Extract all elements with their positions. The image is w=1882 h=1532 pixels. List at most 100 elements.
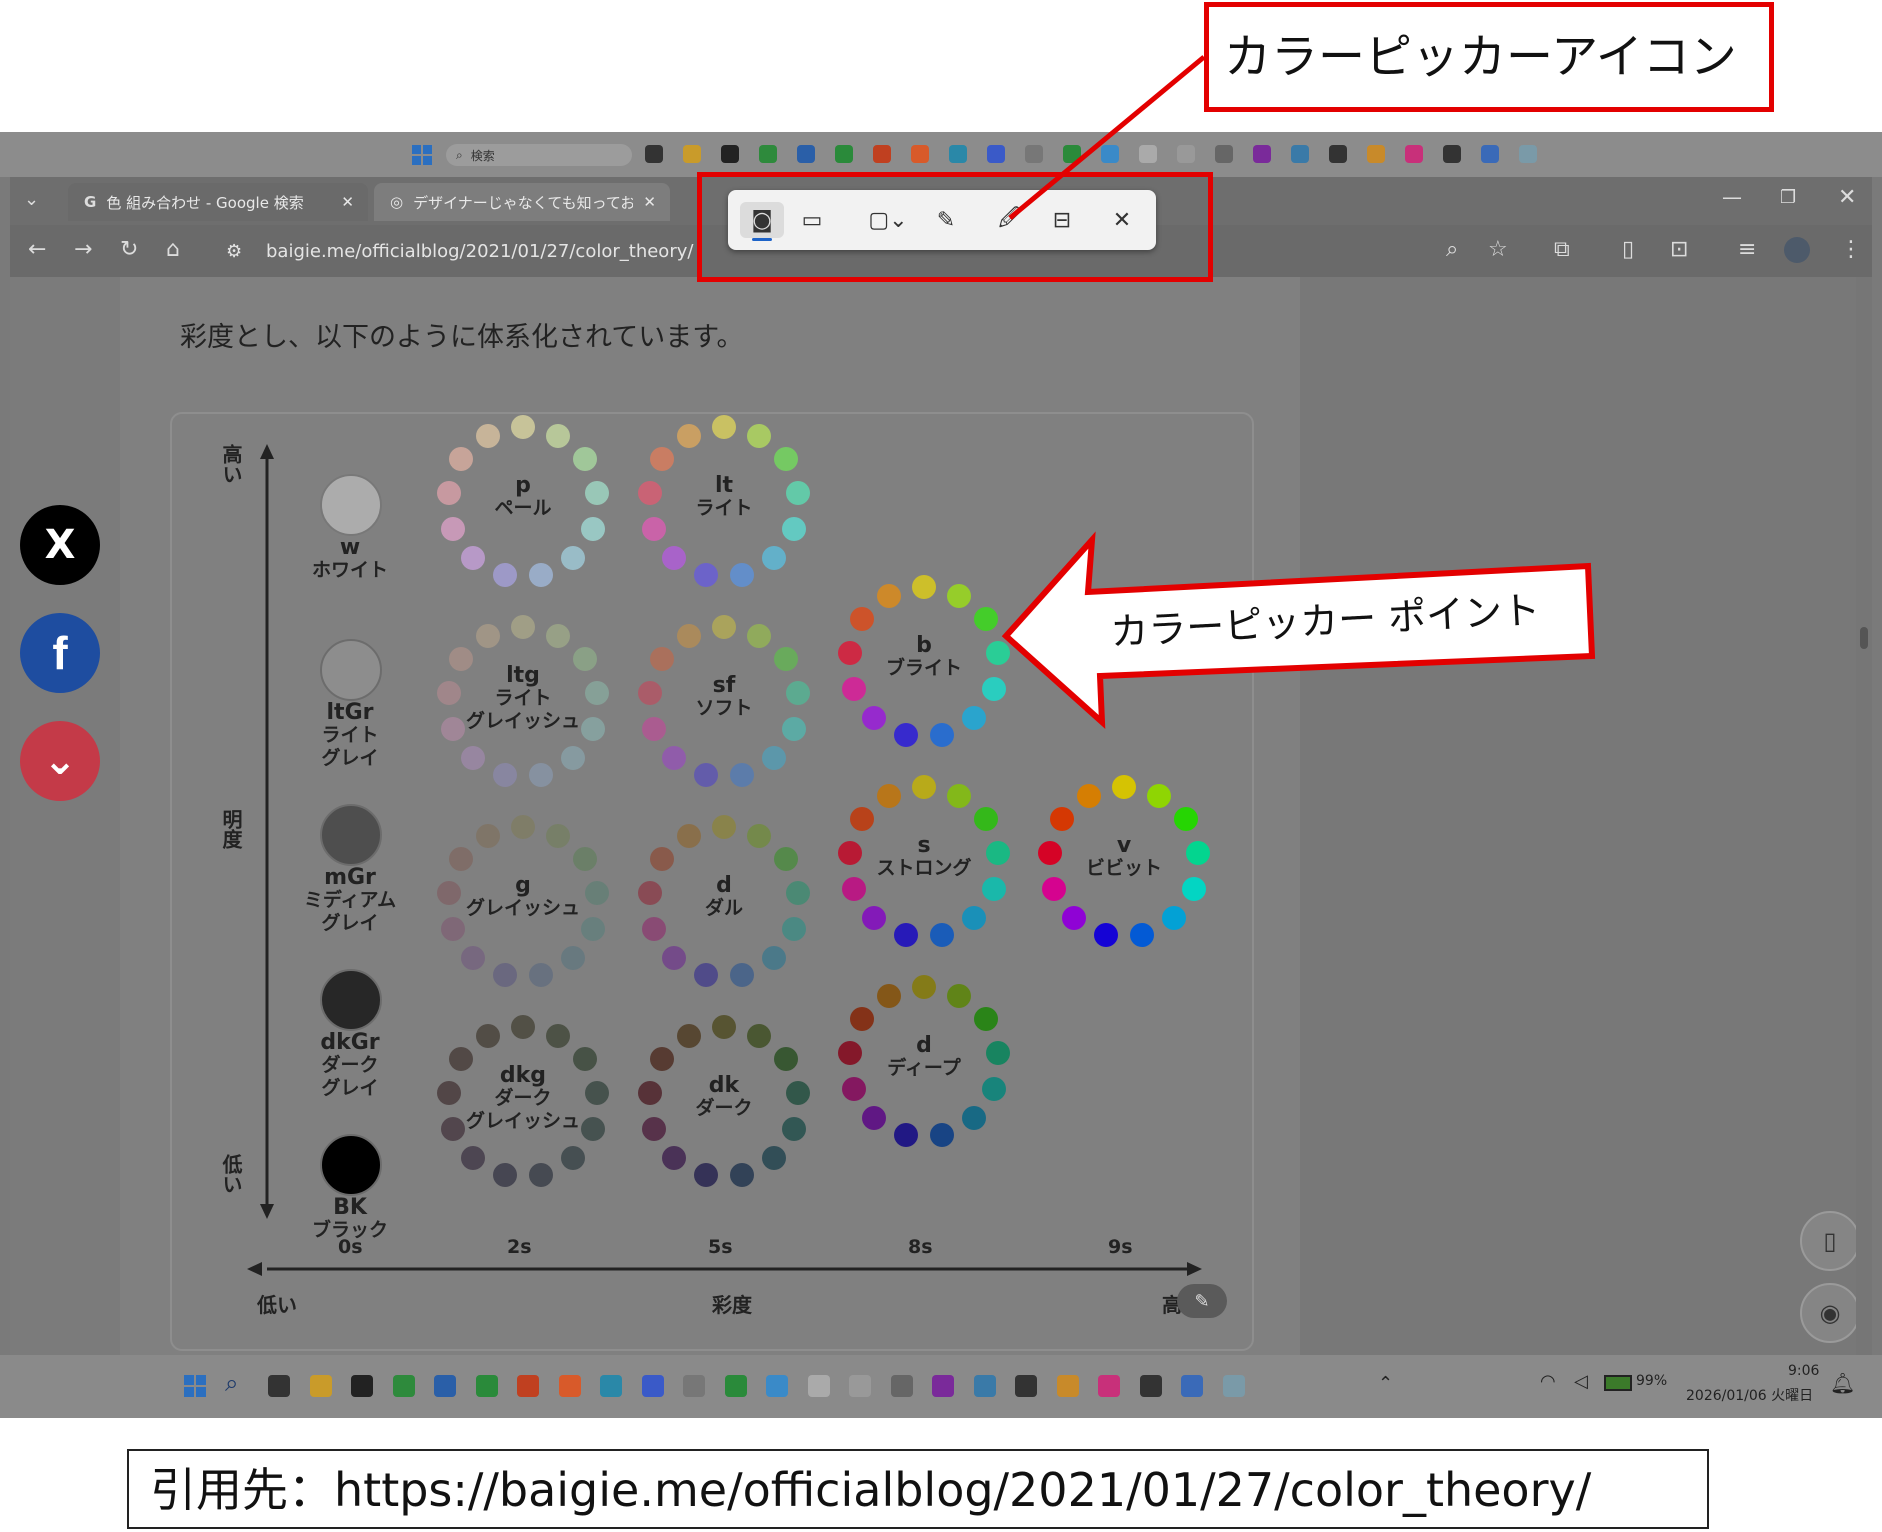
tone-swatch bbox=[912, 975, 936, 999]
taskbar-app-icon[interactable] bbox=[351, 1375, 373, 1397]
tone-code: s bbox=[917, 833, 931, 858]
tone-swatch bbox=[476, 1023, 501, 1048]
tone-label: dk ダーク bbox=[654, 1074, 794, 1120]
start-icon[interactable] bbox=[184, 1375, 206, 1397]
tone-swatch bbox=[528, 962, 553, 987]
tone-swatch bbox=[782, 1116, 807, 1141]
tone-swatch bbox=[493, 1162, 518, 1187]
tone-swatch bbox=[1041, 876, 1066, 901]
tone-swatch bbox=[493, 962, 518, 987]
tone-swatch bbox=[694, 1162, 719, 1187]
taskbar-app-icon[interactable] bbox=[1056, 1375, 1079, 1397]
battery-percent: 99% bbox=[1636, 1373, 1668, 1389]
tone-code: g bbox=[515, 873, 531, 898]
taskbar-app-icon[interactable] bbox=[932, 1375, 954, 1397]
wifi-icon: ◠ bbox=[1540, 1371, 1556, 1392]
neutral-label: dkGr ダーク グレイ bbox=[280, 1031, 420, 1100]
taskbar-app-icon[interactable] bbox=[1222, 1375, 1245, 1397]
neutral-name: ダーク bbox=[321, 1054, 379, 1076]
citation-text: 引用先：https://baigie.me/officialblog/2021/… bbox=[150, 1463, 1592, 1517]
neutral-code: dkGr bbox=[320, 1030, 380, 1055]
tone-swatch bbox=[694, 962, 719, 987]
taskbar-app-icon[interactable] bbox=[1015, 1375, 1037, 1397]
tone-swatch bbox=[476, 823, 501, 848]
neutral-name: ミディアム bbox=[303, 889, 397, 911]
taskbar-app-icon[interactable] bbox=[849, 1375, 871, 1397]
tray-chevron-icon[interactable]: ⌃ bbox=[1378, 1373, 1393, 1394]
tone-label: d ディープ bbox=[854, 1034, 994, 1080]
tone-swatch bbox=[946, 983, 971, 1008]
taskbar-app-icon[interactable] bbox=[268, 1375, 290, 1397]
tone-swatch bbox=[973, 1007, 998, 1032]
tone-label: dkg ダーク グレイッシュ bbox=[453, 1064, 593, 1133]
tone-swatch bbox=[841, 876, 866, 901]
tone-label: d ダル bbox=[654, 874, 794, 920]
tone-name: グレイッシュ bbox=[465, 1110, 580, 1132]
tone-swatch bbox=[773, 1047, 798, 1072]
tone-swatch bbox=[773, 847, 798, 872]
tone-swatch bbox=[511, 1015, 535, 1039]
neutral-label: mGr ミディアム グレイ bbox=[280, 866, 420, 935]
vertical-axis-bottom-label: 低い bbox=[219, 1154, 243, 1194]
axis-tick-label: 8s bbox=[908, 1236, 933, 1258]
taskbar-app-icon[interactable] bbox=[558, 1375, 581, 1397]
taskbar-app-icon[interactable] bbox=[683, 1375, 705, 1397]
vertical-axis-label: 明度 bbox=[219, 809, 243, 849]
taskbar-app-icon[interactable] bbox=[766, 1375, 788, 1397]
taskbar-app-icon[interactable] bbox=[517, 1375, 539, 1397]
taskbar-app-icon[interactable] bbox=[890, 1375, 913, 1397]
tone-swatch bbox=[641, 916, 666, 941]
tone-code: v bbox=[1116, 833, 1132, 858]
taskbar-app-icon[interactable] bbox=[724, 1375, 747, 1397]
taskbar-app-icon[interactable] bbox=[807, 1375, 830, 1397]
tone-swatch bbox=[545, 1023, 570, 1048]
axis-tick-label: 2s bbox=[507, 1236, 532, 1258]
taskbar-app-icon[interactable] bbox=[1139, 1375, 1162, 1397]
taskbar-app-icon[interactable] bbox=[1098, 1375, 1120, 1397]
neutral-swatch bbox=[320, 969, 382, 1031]
tone-swatch bbox=[761, 1146, 786, 1171]
tone-swatch bbox=[712, 815, 736, 839]
notification-icon[interactable]: 🔔︎ bbox=[1830, 1371, 1855, 1395]
taskbar-app-icon[interactable] bbox=[392, 1375, 415, 1397]
volume-icon: ◁ bbox=[1574, 1371, 1588, 1392]
reader-icon[interactable]: ▯ bbox=[1800, 1211, 1860, 1271]
taskbar-app-icon[interactable] bbox=[309, 1375, 332, 1397]
podcast-icon[interactable]: ◉ bbox=[1800, 1283, 1860, 1343]
tone-name: ビビット bbox=[1085, 857, 1162, 879]
tone-swatch bbox=[746, 823, 771, 848]
taskbar-app-icon[interactable] bbox=[600, 1375, 622, 1397]
tone-swatch bbox=[641, 1116, 666, 1141]
tone-swatch bbox=[982, 876, 1007, 901]
tone-swatch bbox=[782, 916, 807, 941]
tone-swatch bbox=[545, 823, 570, 848]
taskbar-app-icon[interactable] bbox=[641, 1375, 664, 1397]
taskbar-app-icon[interactable] bbox=[434, 1375, 456, 1397]
neutral-name: グレイ bbox=[321, 912, 379, 934]
clock-date[interactable]: 2026/01/06 火曜日 bbox=[1686, 1385, 1813, 1405]
tone-swatch bbox=[560, 946, 585, 971]
magic-pen-icon[interactable]: ✎ bbox=[1177, 1284, 1227, 1318]
tone-label: g グレイッシュ bbox=[453, 874, 593, 920]
tone-name: グレイッシュ bbox=[465, 897, 580, 919]
tone-swatch bbox=[1161, 906, 1186, 931]
search-icon[interactable]: ⌕ bbox=[225, 1369, 238, 1397]
tone-name: ディープ bbox=[887, 1057, 961, 1079]
neutral-name: ブラック bbox=[311, 1219, 388, 1241]
taskbar-app-icon[interactable] bbox=[973, 1375, 996, 1397]
tone-swatch bbox=[560, 1146, 585, 1171]
tone-swatch bbox=[1094, 922, 1119, 947]
taskbar-app-icon[interactable] bbox=[1181, 1375, 1203, 1397]
horizontal-axis-label: 彩度 bbox=[712, 1293, 752, 1317]
clock-time[interactable]: 9:06 bbox=[1788, 1363, 1819, 1379]
taskbar-app-icon[interactable] bbox=[475, 1375, 498, 1397]
tone-swatch bbox=[1129, 922, 1154, 947]
tone-label: s ストロング bbox=[854, 834, 994, 880]
tone-swatch bbox=[581, 916, 606, 941]
neutral-name: グレイ bbox=[321, 1077, 379, 1099]
tone-swatch bbox=[929, 922, 954, 947]
neutral-label: BK ブラック bbox=[280, 1196, 420, 1242]
tone-swatch bbox=[894, 922, 919, 947]
tone-name: ストロング bbox=[876, 857, 972, 879]
tone-swatch bbox=[961, 906, 986, 931]
